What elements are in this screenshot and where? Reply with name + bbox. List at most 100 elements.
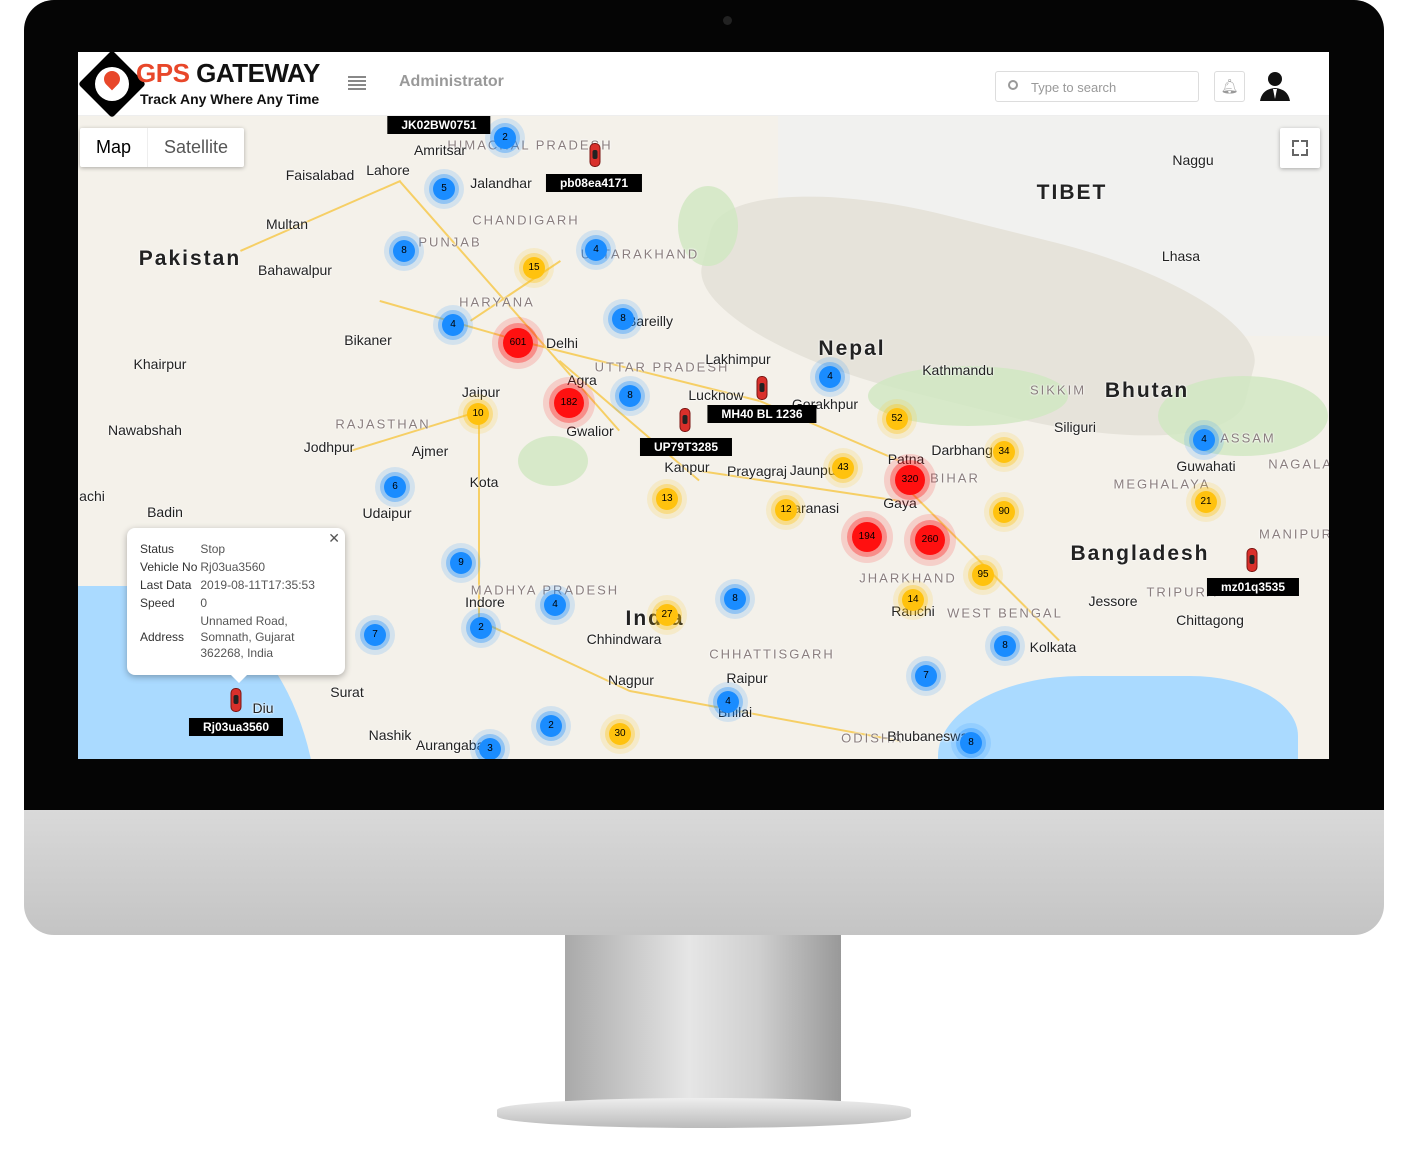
cluster-marker[interactable]: 15 <box>523 257 545 279</box>
cluster-marker[interactable]: 4 <box>1193 429 1215 451</box>
car-icon[interactable] <box>679 408 691 432</box>
vehicle-label[interactable]: MH40 BL 1236 <box>707 405 817 423</box>
vehicle-label[interactable]: UP79T3285 <box>639 438 733 456</box>
cluster-marker[interactable]: 4 <box>717 691 739 713</box>
map-type-satellite-button[interactable]: Satellite <box>148 128 244 167</box>
cluster-marker[interactable]: 2 <box>540 715 562 737</box>
cluster-marker[interactable]: 8 <box>994 635 1016 657</box>
cluster-marker[interactable]: 13 <box>656 488 678 510</box>
cluster-marker[interactable]: 601 <box>503 328 533 358</box>
car-icon[interactable] <box>1246 548 1258 572</box>
vehicle-label[interactable]: pb08ea4171 <box>545 174 643 192</box>
city-label: achi <box>79 488 105 504</box>
city-label: Diu <box>252 700 274 716</box>
menu-icon[interactable] <box>348 76 366 92</box>
cluster-marker[interactable]: 4 <box>544 594 566 616</box>
city-label: Jaipur <box>461 384 501 400</box>
close-icon[interactable]: ✕ <box>328 530 340 547</box>
country-label: TIBET <box>1036 181 1108 204</box>
cluster-marker[interactable]: 3 <box>479 738 501 759</box>
cluster-marker[interactable]: 4 <box>819 366 841 388</box>
state-label: WEST BENGAL <box>947 605 1063 621</box>
city-label: Gwalior <box>566 423 614 439</box>
cluster-marker[interactable]: 8 <box>612 308 634 330</box>
cluster-marker[interactable]: 320 <box>895 465 925 495</box>
info-label: Speed <box>140 596 175 610</box>
cluster-marker[interactable]: 27 <box>656 604 678 626</box>
info-row: Vehicle No Rj03ua3560 <box>140 559 318 577</box>
monitor-base <box>497 1098 911 1128</box>
city-label: Delhi <box>546 335 578 351</box>
cluster-marker[interactable]: 7 <box>915 665 937 687</box>
monitor-stand <box>565 935 841 1105</box>
cluster-marker[interactable]: 260 <box>915 525 945 555</box>
cluster-marker[interactable]: 30 <box>609 723 631 745</box>
city-label: Udaipur <box>362 505 412 521</box>
state-label: RAJASTHAN <box>335 416 431 432</box>
cluster-marker[interactable]: 34 <box>993 441 1015 463</box>
city-label: Khairpur <box>133 356 187 372</box>
vehicle-label[interactable]: mz01q3535 <box>1206 578 1300 596</box>
city-label: Kota <box>469 474 499 490</box>
notification-button[interactable]: 🔔︎ <box>1214 71 1245 102</box>
road-line <box>240 180 401 252</box>
map-canvas[interactable]: Pakistan India Nepal Bhutan Bangladesh TIBET P… <box>78 116 1329 759</box>
cluster-marker[interactable]: 43 <box>832 457 854 479</box>
search-input[interactable]: Type to search <box>995 71 1199 102</box>
state-label: JHARKHAND <box>859 570 957 586</box>
app-screen: GPS GATEWAY Track Any Where Any Time Adm… <box>78 52 1329 759</box>
state-label: SIKKIM <box>1029 382 1087 398</box>
map-type-map-button[interactable]: Map <box>80 128 149 167</box>
car-icon[interactable] <box>589 143 601 167</box>
city-label: Prayagraj <box>727 463 787 479</box>
search-icon <box>1008 80 1018 90</box>
cluster-marker[interactable]: 52 <box>886 408 908 430</box>
city-label: Badin <box>147 504 183 520</box>
cluster-marker[interactable]: 10 <box>467 403 489 425</box>
cluster-marker[interactable]: 90 <box>993 501 1015 523</box>
bell-icon: 🔔︎ <box>1220 78 1239 94</box>
city-label: Faisalabad <box>285 167 355 183</box>
cluster-marker[interactable]: 12 <box>775 499 797 521</box>
state-label: CHHATTISGARH <box>709 646 835 662</box>
avatar[interactable] <box>1258 69 1292 103</box>
cluster-marker[interactable]: 8 <box>960 732 982 754</box>
cluster-marker[interactable]: 21 <box>1195 491 1217 513</box>
vehicle-label[interactable]: Rj03ua3560 <box>188 718 284 736</box>
country-label: Bhutan <box>1104 379 1190 402</box>
cluster-marker[interactable]: 95 <box>972 564 994 586</box>
address-line: Somnath, Gujarat <box>200 630 295 644</box>
cluster-marker[interactable]: 182 <box>554 388 584 418</box>
city-label: Kolkata <box>1029 639 1077 655</box>
city-label: Jodhpur <box>303 439 355 455</box>
cluster-marker[interactable]: 8 <box>393 240 415 262</box>
cluster-marker[interactable]: 194 <box>852 522 882 552</box>
address-value: Unnamed Road, Somnath, Gujarat 362268, Ind… <box>200 613 318 663</box>
fullscreen-button[interactable] <box>1280 128 1320 168</box>
car-icon[interactable] <box>756 376 768 400</box>
bay-of-bengal <box>938 676 1298 759</box>
cluster-marker[interactable]: 6 <box>384 476 406 498</box>
cluster-marker[interactable]: 9 <box>450 552 472 574</box>
cluster-marker[interactable]: 5 <box>433 178 455 200</box>
info-value: Stop <box>200 542 226 556</box>
city-label: Gaya <box>883 495 917 511</box>
cluster-marker[interactable]: 4 <box>442 314 464 336</box>
state-label: HARYANA <box>459 294 535 310</box>
info-label: Address <box>140 630 185 644</box>
vehicle-info-table: Status Stop Vehicle No Rj03ua3560 Last Data 2… <box>140 541 318 663</box>
cluster-marker[interactable]: 2 <box>470 617 492 639</box>
cluster-marker[interactable]: 8 <box>724 588 746 610</box>
cluster-marker[interactable]: 7 <box>364 624 386 646</box>
city-label: Bareilly <box>627 313 673 329</box>
monitor-chin <box>24 810 1384 935</box>
cluster-marker[interactable]: 14 <box>902 589 924 611</box>
cluster-marker[interactable]: 8 <box>619 385 641 407</box>
city-label: Lakhimpur <box>705 351 771 367</box>
vehicle-label[interactable]: JK02BW0751 <box>387 116 491 134</box>
state-label: MANIPUR <box>1259 526 1329 542</box>
city-label: Lucknow <box>688 387 744 403</box>
cluster-marker[interactable]: 4 <box>585 239 607 261</box>
car-icon[interactable] <box>230 688 242 712</box>
cluster-marker[interactable]: 2 <box>494 127 516 149</box>
